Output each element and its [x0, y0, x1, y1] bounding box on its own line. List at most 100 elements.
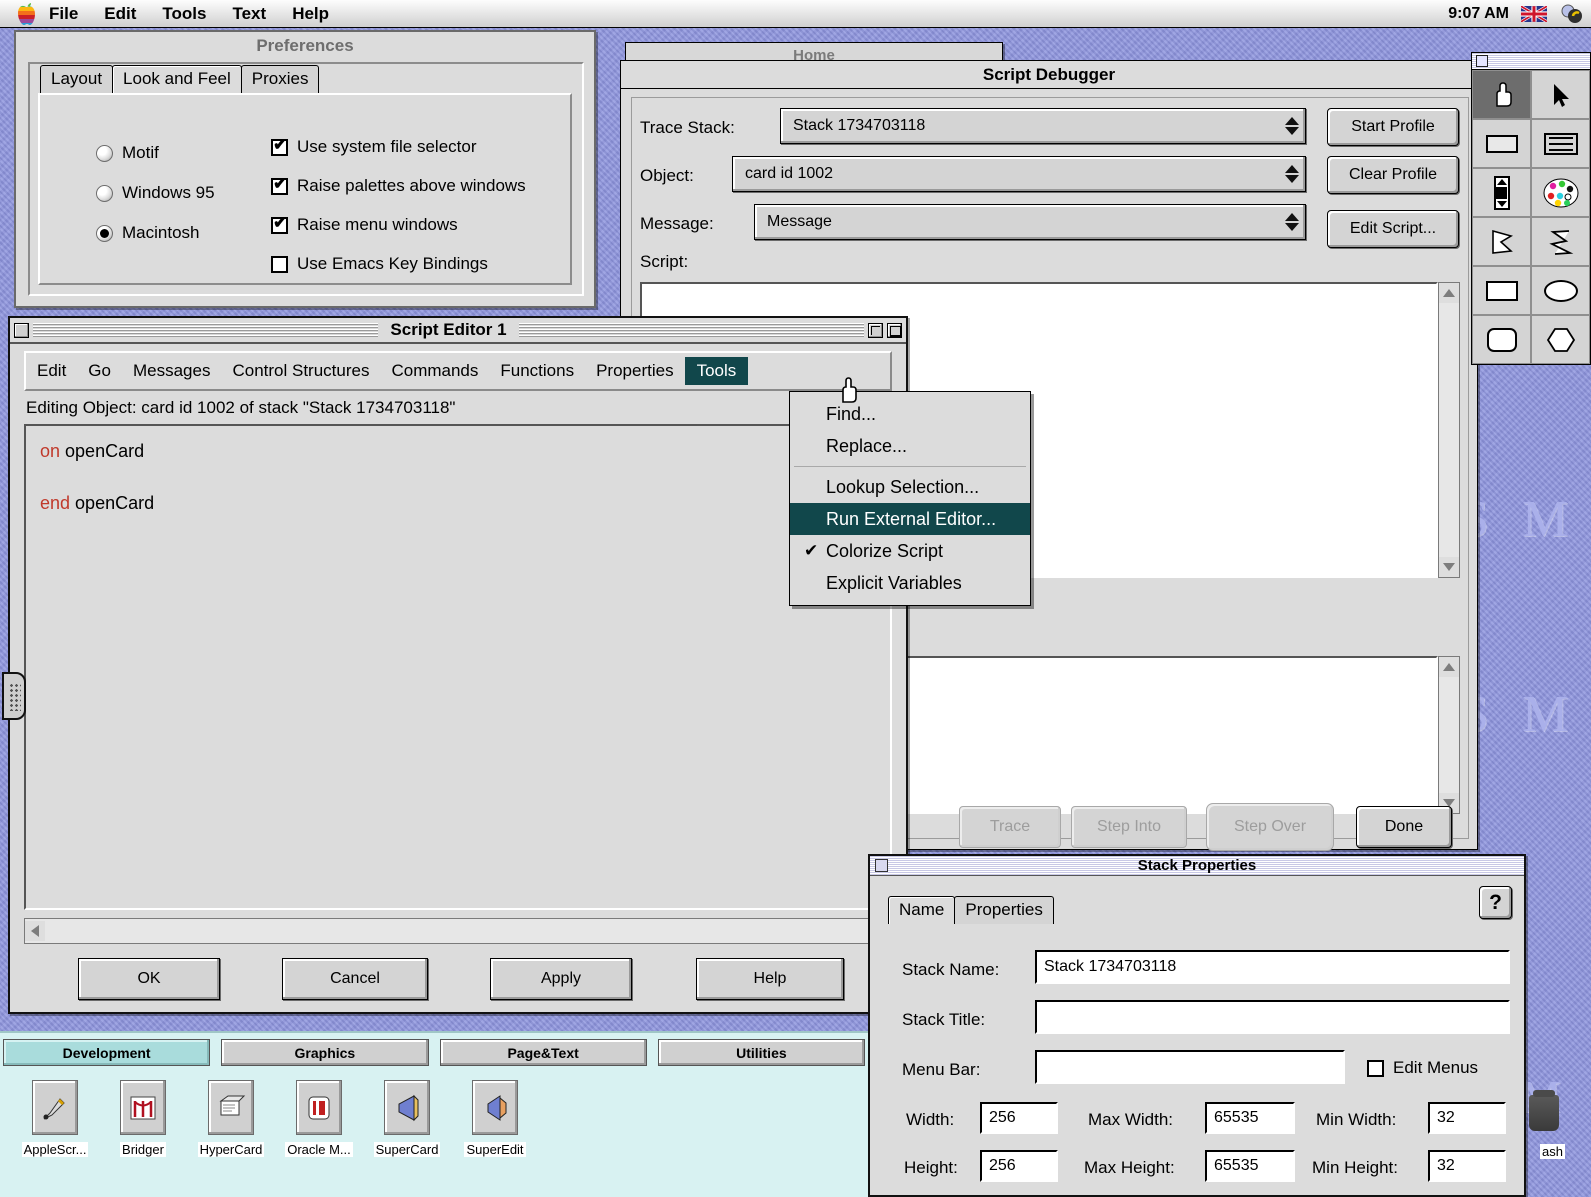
message-popup[interactable]: Message [754, 204, 1306, 240]
menu-text[interactable]: Text [219, 1, 279, 27]
min-width-input[interactable]: 32 [1428, 1102, 1506, 1134]
close-icon[interactable] [14, 322, 29, 338]
tab-look-and-feel[interactable]: Look and Feel [112, 65, 242, 93]
dock-item-oracle-media[interactable]: Oracle M... [280, 1080, 358, 1157]
ok-button[interactable]: OK [78, 958, 220, 1000]
max-height-input[interactable]: 65535 [1205, 1150, 1295, 1182]
radio-macintosh[interactable]: Macintosh [96, 223, 215, 243]
apple-logo-icon[interactable] [16, 2, 36, 25]
collapse-icon[interactable] [887, 322, 902, 338]
radio-icon[interactable] [96, 184, 113, 202]
dock-item-applescript[interactable]: AppleScr... [16, 1080, 94, 1157]
checkbox-raise-menu-windows[interactable]: Raise menu windows [271, 213, 526, 235]
tools-dropdown-menu[interactable]: Find... Replace... Lookup Selection... R… [789, 391, 1031, 606]
script-vertical-scrollbar[interactable] [1438, 282, 1460, 578]
trash-icon[interactable] [1529, 1090, 1559, 1131]
rounded-rect-tool-icon[interactable] [1472, 315, 1531, 364]
tab-properties[interactable]: Properties [954, 896, 1054, 924]
cancel-button[interactable]: Cancel [282, 958, 428, 1000]
code-horizontal-scrollbar[interactable] [24, 918, 892, 944]
dock-item-hypercard[interactable]: HyperCard [192, 1080, 270, 1157]
start-profile-button[interactable]: Start Profile [1327, 108, 1459, 146]
tab-proxies[interactable]: Proxies [240, 65, 320, 93]
menu-item-explicit-variables[interactable]: Explicit Variables [790, 567, 1030, 599]
dock-item-superedit[interactable]: SuperEdit [456, 1080, 534, 1157]
menu-item-run-external-editor[interactable]: Run External Editor... [790, 503, 1030, 535]
rectangle-tool-icon[interactable] [1472, 266, 1531, 315]
trace-stack-popup[interactable]: Stack 1734703118 [780, 108, 1306, 144]
palette-titlebar[interactable] [1472, 53, 1590, 70]
done-button[interactable]: Done [1356, 806, 1452, 848]
tool-palette-window[interactable] [1471, 52, 1591, 365]
step-over-button[interactable]: Step Over [1206, 803, 1334, 851]
close-icon[interactable] [875, 859, 888, 872]
object-popup[interactable]: card id 1002 [732, 156, 1306, 192]
launcher-dock[interactable]: Development Graphics Page&Text Utilities… [0, 1031, 868, 1197]
tab-layout[interactable]: Layout [40, 65, 114, 93]
dashed-rect-tool-icon[interactable] [1531, 119, 1590, 168]
checkbox-icon[interactable] [1367, 1059, 1384, 1077]
checkbox-use-system-file-selector[interactable]: Use system file selector [271, 135, 526, 157]
editor-menu-properties[interactable]: Properties [585, 361, 684, 381]
dock-item-bridger[interactable]: Bridger [104, 1080, 182, 1157]
scroll-up-icon[interactable] [1439, 657, 1459, 677]
editor-menu-messages[interactable]: Messages [122, 361, 221, 381]
clear-profile-button[interactable]: Clear Profile [1327, 156, 1459, 194]
hexagon-tool-icon[interactable] [1531, 315, 1590, 364]
stack-properties-titlebar[interactable]: Stack Properties [870, 856, 1524, 876]
radio-windows95[interactable]: Windows 95 [96, 183, 215, 203]
checkbox-icon-checked[interactable] [271, 135, 288, 156]
editor-menu-tools[interactable]: Tools [684, 357, 749, 385]
menu-help[interactable]: Help [279, 1, 342, 27]
help-question-button[interactable]: ? [1479, 886, 1512, 919]
editor-menu-functions[interactable]: Functions [489, 361, 585, 381]
checkbox-edit-menus[interactable]: Edit Menus [1367, 1058, 1478, 1078]
apply-button[interactable]: Apply [490, 958, 632, 1000]
checkbox-icon-checked[interactable] [271, 213, 288, 234]
dock-tab-graphics[interactable]: Graphics [221, 1039, 429, 1066]
system-menubar[interactable]: File Edit Tools Text Help 9:07 AM [0, 0, 1591, 28]
dock-tab-page-and-text[interactable]: Page&Text [439, 1039, 647, 1066]
menu-item-replace[interactable]: Replace... [790, 430, 1030, 462]
script-editor-titlebar[interactable]: Script Editor 1 [10, 318, 906, 344]
radio-motif[interactable]: Motif [96, 143, 215, 163]
stack-name-input[interactable]: Stack 1734703118 [1035, 950, 1510, 984]
field-tool-icon[interactable] [1472, 119, 1531, 168]
freeform-tool-icon[interactable] [1531, 217, 1590, 266]
script-editor-window[interactable]: Script Editor 1 Edit Go Messages Control… [8, 316, 908, 1014]
preferences-titlebar[interactable]: Preferences [16, 32, 594, 60]
dock-item-supercard[interactable]: SuperCard [368, 1080, 446, 1157]
editor-menu-edit[interactable]: Edit [26, 361, 77, 381]
step-into-button[interactable]: Step Into [1071, 806, 1187, 848]
arrow-pointer-tool-icon[interactable] [1531, 70, 1590, 119]
menu-file[interactable]: File [36, 1, 91, 27]
min-height-input[interactable]: 32 [1428, 1150, 1506, 1182]
stack-properties-window[interactable]: Stack Properties ? Name Properties Stack… [868, 854, 1526, 1197]
editor-menu-go[interactable]: Go [77, 361, 122, 381]
menu-tools[interactable]: Tools [149, 1, 219, 27]
color-palette-tool-icon[interactable] [1531, 168, 1590, 217]
menu-bar-input[interactable] [1035, 1050, 1345, 1084]
stack-title-input[interactable] [1035, 1000, 1510, 1034]
checkbox-use-emacs-key-bindings[interactable]: Use Emacs Key Bindings [271, 254, 526, 274]
height-input[interactable]: 256 [980, 1150, 1058, 1182]
menu-item-find[interactable]: Find... [790, 398, 1030, 430]
script-code-area[interactable]: on openCard end openCard [24, 424, 892, 910]
palette-close-icon[interactable] [1476, 55, 1488, 67]
preferences-window[interactable]: Preferences Layout Look and Feel Proxies… [14, 30, 596, 308]
checkbox-icon[interactable] [271, 255, 288, 273]
union-jack-flag-icon[interactable] [1521, 5, 1547, 22]
checkbox-icon-checked[interactable] [271, 174, 288, 195]
menubar-clock[interactable]: 9:07 AM [1448, 5, 1509, 23]
dock-tab-utilities[interactable]: Utilities [657, 1039, 865, 1066]
trace-button[interactable]: Trace [959, 806, 1061, 848]
scroll-down-icon[interactable] [1439, 557, 1459, 577]
checkbox-raise-palettes-above-windows[interactable]: Raise palettes above windows [271, 174, 526, 196]
oval-tool-icon[interactable] [1531, 266, 1590, 315]
polygon-tool-icon[interactable] [1472, 217, 1531, 266]
tab-name[interactable]: Name [888, 896, 956, 924]
edit-script-button[interactable]: Edit Script... [1327, 210, 1459, 248]
editor-menu-control-structures[interactable]: Control Structures [221, 361, 380, 381]
scroll-left-icon[interactable] [25, 921, 45, 941]
width-input[interactable]: 256 [980, 1102, 1058, 1134]
